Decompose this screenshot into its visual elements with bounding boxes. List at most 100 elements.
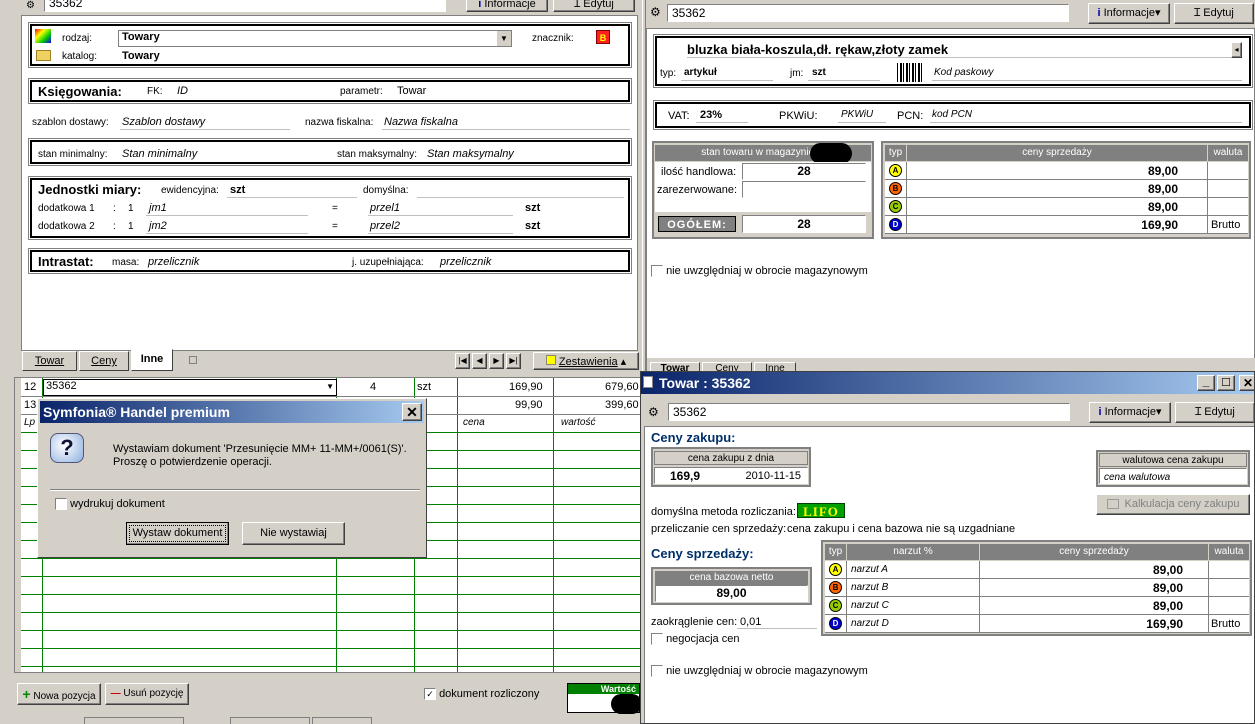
price-row[interactable]: D 169,90 Brutto (885, 216, 1248, 234)
jm-value[interactable]: szt (812, 67, 826, 78)
typ-header: typ (885, 145, 906, 161)
jm1-value[interactable]: jm1 (149, 202, 167, 214)
w2-price-row[interactable]: Cnarzut C 89,00 (825, 597, 1249, 615)
fiskalna-value[interactable]: Nazwa fiskalna (384, 116, 458, 128)
info-button[interactable]: i Informacje▾ (1089, 402, 1171, 423)
minimize-button[interactable]: _ (1197, 375, 1215, 391)
typ-value[interactable]: artykuł (684, 67, 717, 78)
stan-max-value[interactable]: Stan maksymalny (427, 148, 514, 160)
print-checkbox[interactable]: wydrukuj dokument (55, 498, 165, 511)
price-row[interactable]: C 89,00 (885, 198, 1248, 216)
jupel-value[interactable]: przelicznik (440, 256, 491, 268)
znacznik-badge[interactable]: B (596, 30, 610, 44)
info-button[interactable]: i Informacje▾ (1088, 3, 1170, 24)
w2-typ-header: typ (825, 544, 846, 560)
tab-towar[interactable]: Towar (22, 351, 77, 371)
narzut-value[interactable]: narzut D (851, 618, 889, 629)
window-close-button[interactable]: ✕ (1239, 375, 1254, 391)
dialog-title: Symfonia® Handel premium (43, 404, 230, 420)
tab-inne-hidden[interactable]: Inne (754, 362, 796, 371)
vat-value[interactable]: 23% (700, 109, 722, 121)
chevron-down-icon[interactable]: ▼ (497, 31, 511, 46)
narzut-value[interactable]: narzut C (851, 600, 889, 611)
w2-price-row[interactable]: Anarzut A 89,00 (825, 561, 1249, 579)
close-icon: ✕ (1242, 376, 1254, 390)
obrot-checkbox[interactable]: nie uwzględniaj w obrocie magazynowym (651, 265, 868, 278)
nav-next-button[interactable]: ▶ (489, 353, 504, 369)
fiskalna-label: nazwa fiskalna: (305, 117, 374, 128)
price-type-icon: A (889, 164, 902, 177)
zaokr-label: zaokrąglenie cen: (651, 616, 738, 628)
edit-button[interactable]: Ɪ Edytuj (553, 0, 635, 12)
pkwiu-value[interactable]: PKWiU (841, 109, 873, 120)
code-field[interactable]: 35362 (668, 403, 1070, 421)
maximize-button[interactable]: ☐ (1217, 375, 1235, 391)
edit-button[interactable]: Ɪ Edytuj (1175, 402, 1254, 423)
lifo-badge[interactable]: LIFO (797, 503, 845, 519)
szablon-value[interactable]: Szablon dostawy (122, 116, 205, 128)
edit-button[interactable]: Ɪ Edytuj (1174, 3, 1254, 24)
masa-value[interactable]: przelicznik (148, 256, 199, 268)
price-row[interactable]: A 89,00 (885, 162, 1248, 180)
tab-ceny[interactable]: Ceny (79, 351, 129, 371)
info-button[interactable]: i Informacje (466, 0, 548, 12)
ceny-zakupu-title: Ceny zakupu: (651, 430, 736, 445)
delete-position-button[interactable]: — Usuń pozycję (105, 683, 189, 705)
price-header: cena (463, 417, 485, 428)
name-expand-button[interactable]: ◂ (1231, 42, 1242, 58)
window-icon (643, 376, 653, 388)
nav-first-button[interactable]: |◀ (455, 353, 470, 369)
przel1-value[interactable]: przel1 (370, 202, 400, 214)
negocjacja-checkbox[interactable]: negocjacja cen (651, 633, 739, 646)
w2-obrot-checkbox[interactable]: nie uwzględniaj w obrocie magazynowym (651, 665, 868, 678)
w2-narzut-header: narzut % (847, 544, 979, 560)
parametr-value[interactable]: Towar (397, 85, 426, 97)
nav-last-button[interactable]: ▶| (506, 353, 521, 369)
tab-towar-hidden[interactable]: Towar (650, 362, 700, 371)
cancel-issue-button[interactable]: Nie wystawiaj (242, 522, 345, 545)
rodzaj-select[interactable]: Towary ▼ (118, 30, 512, 47)
pcn-label: PCN: (897, 110, 924, 122)
jm-title: Jednostki miary: (38, 182, 142, 197)
chevron-down-icon[interactable]: ▼ (326, 382, 334, 391)
narzut-value[interactable]: narzut A (851, 564, 888, 575)
table-row[interactable]: 12 35362 ▼ 4 szt 169,90 679,60 (21, 379, 641, 396)
ewid-label: ewidencyjna: (161, 185, 219, 196)
tab-square-icon[interactable] (189, 356, 197, 364)
product-name[interactable]: bluzka biała-koszula,dł. rękaw,złoty zam… (687, 42, 1235, 58)
w2-price-row[interactable]: Bnarzut B 89,00 (825, 579, 1249, 597)
grid-line (21, 576, 641, 577)
issue-document-button[interactable]: Wystaw dokument (126, 522, 229, 545)
dialog-titlebar[interactable]: Symfonia® Handel premium (40, 401, 424, 423)
code-field[interactable]: 35362 (667, 4, 1069, 22)
nav-prev-button[interactable]: ◀ (472, 353, 487, 369)
cursor-icon: Ɪ (1195, 406, 1205, 418)
cursor-icon: Ɪ (1194, 7, 1204, 19)
zaokr-value[interactable]: 0,01 (740, 616, 761, 628)
w2-price-row[interactable]: Dnarzut D 169,90 Brutto (825, 615, 1249, 633)
right-top-pane: ⚙ 35362 i Informacje▾ Ɪ Edytuj bluzka bi… (646, 0, 1255, 372)
window-titlebar[interactable]: Towar : 35362 (641, 372, 1254, 394)
rozliczony-checkbox[interactable]: ✓ dokument rozliczony (424, 688, 539, 701)
stan-min-value[interactable]: Stan minimalny (122, 148, 197, 160)
jm2-value[interactable]: jm2 (149, 220, 167, 232)
bazowa-field[interactable]: 89,00 (655, 585, 808, 602)
fk-value[interactable]: ID (177, 85, 188, 97)
ewid-value[interactable]: szt (230, 184, 245, 196)
window-title: Towar : 35362 (659, 375, 751, 391)
code-select[interactable]: 35362 ▼ (43, 379, 337, 396)
tab-ceny-hidden[interactable]: Ceny (702, 362, 752, 371)
barcode-value[interactable]: Kod paskowy (934, 67, 993, 78)
zestawienia-button[interactable]: Zestawienia ▴ (533, 352, 639, 370)
katalog-value: Towary (122, 50, 160, 62)
cena-dnia-field: 169,9 2010-11-15 (654, 467, 808, 484)
dialog-close-button[interactable]: ✕ (402, 403, 422, 421)
tab-inne[interactable]: Inne (131, 349, 173, 371)
narzut-value[interactable]: narzut B (851, 582, 888, 593)
przel2-value[interactable]: przel2 (370, 220, 400, 232)
new-position-button[interactable]: + Nowa pozycja (17, 683, 101, 705)
pcn-value[interactable]: kod PCN (932, 109, 972, 120)
code-field[interactable]: 35362 (44, 0, 446, 12)
price-row[interactable]: B 89,00 (885, 180, 1248, 198)
dod1-label: dodatkowa 1 (38, 203, 95, 214)
